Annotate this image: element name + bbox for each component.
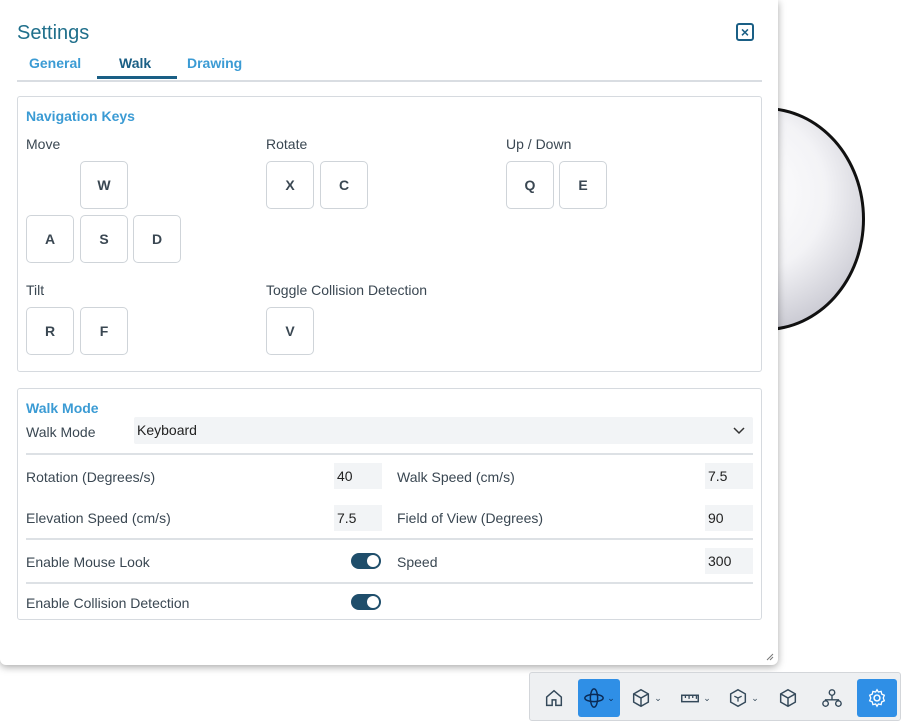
close-button[interactable]: × (736, 23, 754, 41)
model-tree-button[interactable] (816, 679, 848, 717)
rotation-label: Rotation (Degrees/s) (26, 469, 156, 485)
chevron-down-icon: ⌄ (654, 692, 662, 703)
speed-label: Speed (397, 554, 438, 570)
fov-label: Field of View (Degrees) (397, 510, 544, 526)
chevron-down-icon: ⌄ (703, 692, 711, 703)
elevation-label: Elevation Speed (cm/s) (26, 510, 171, 526)
chevron-down-icon: ⌄ (607, 692, 615, 703)
key-right[interactable]: D (133, 215, 181, 263)
tab-bar: General Walk Drawing (17, 54, 762, 82)
section-box-icon (730, 688, 747, 708)
divider (26, 538, 753, 540)
key-up[interactable]: Q (506, 161, 554, 209)
navigation-keys-group (17, 96, 762, 372)
elevation-input[interactable]: 7.5 (334, 505, 382, 531)
key-collision[interactable]: V (266, 307, 314, 355)
key-tilt-down[interactable]: F (80, 307, 128, 355)
key-rotate-left[interactable]: X (266, 161, 314, 209)
move-label: Move (26, 136, 61, 152)
tilt-label: Tilt (26, 282, 45, 298)
settings-icon (868, 688, 886, 708)
orbit-icon (584, 688, 605, 708)
navigation-keys-title: Navigation Keys (26, 108, 135, 124)
tab-general[interactable]: General (29, 54, 81, 77)
rotation-input[interactable]: 40 (334, 463, 382, 489)
walk-mode-title: Walk Mode (26, 400, 99, 416)
dialog-title: Settings (17, 22, 90, 44)
measure-icon (681, 694, 700, 703)
chevron-down-icon: ⌄ (751, 692, 759, 703)
walk-mode-select[interactable]: Keyboard (134, 417, 753, 444)
tree-icon (822, 689, 842, 707)
key-rotate-right[interactable]: C (320, 161, 368, 209)
collision-detection-label: Enable Collision Detection (26, 595, 190, 611)
mouse-look-label: Enable Mouse Look (26, 554, 150, 570)
cube-icon (633, 688, 650, 708)
key-left[interactable]: A (26, 215, 74, 263)
divider (26, 582, 753, 584)
speed-input[interactable]: 300 (705, 548, 753, 574)
key-down[interactable]: E (559, 161, 607, 209)
toggle-collision-label: Toggle Collision Detection (266, 282, 428, 298)
view-cube-button[interactable]: ⌄ (626, 679, 666, 717)
collision-detection-toggle[interactable] (351, 594, 381, 610)
model-button[interactable] (772, 679, 804, 717)
section-box-button[interactable]: ⌄ (722, 679, 764, 717)
home-icon (545, 689, 563, 707)
fov-input[interactable]: 90 (705, 505, 753, 531)
walk-speed-label: Walk Speed (cm/s) (397, 469, 515, 485)
model-icon (779, 688, 797, 708)
orbit-button[interactable]: ⌄ (578, 679, 620, 717)
settings-dialog: Settings × General Walk Drawing Navigati… (0, 0, 778, 665)
rotate-label: Rotate (266, 136, 308, 152)
tab-drawing[interactable]: Drawing (187, 54, 242, 77)
key-back[interactable]: S (80, 215, 128, 263)
walk-mode-value: Keyboard (137, 422, 197, 438)
walk-mode-label: Walk Mode (26, 424, 96, 440)
walk-speed-input[interactable]: 7.5 (705, 463, 753, 489)
chevron-down-icon (733, 417, 745, 454)
close-icon: × (740, 24, 750, 40)
tab-walk[interactable]: Walk (119, 54, 151, 77)
measure-button[interactable]: ⌄ (674, 679, 716, 717)
key-tilt-up[interactable]: R (26, 307, 74, 355)
viewer-toolbar: ⌄ ⌄ ⌄ ⌄ (529, 672, 901, 721)
mouse-look-toggle[interactable] (351, 553, 381, 569)
updown-label: Up / Down (506, 136, 572, 152)
settings-button[interactable] (857, 679, 897, 717)
active-tab-indicator (97, 76, 177, 79)
resize-handle-icon[interactable] (764, 651, 774, 664)
home-button[interactable] (538, 679, 570, 717)
divider (26, 453, 753, 455)
key-forward[interactable]: W (80, 161, 128, 209)
